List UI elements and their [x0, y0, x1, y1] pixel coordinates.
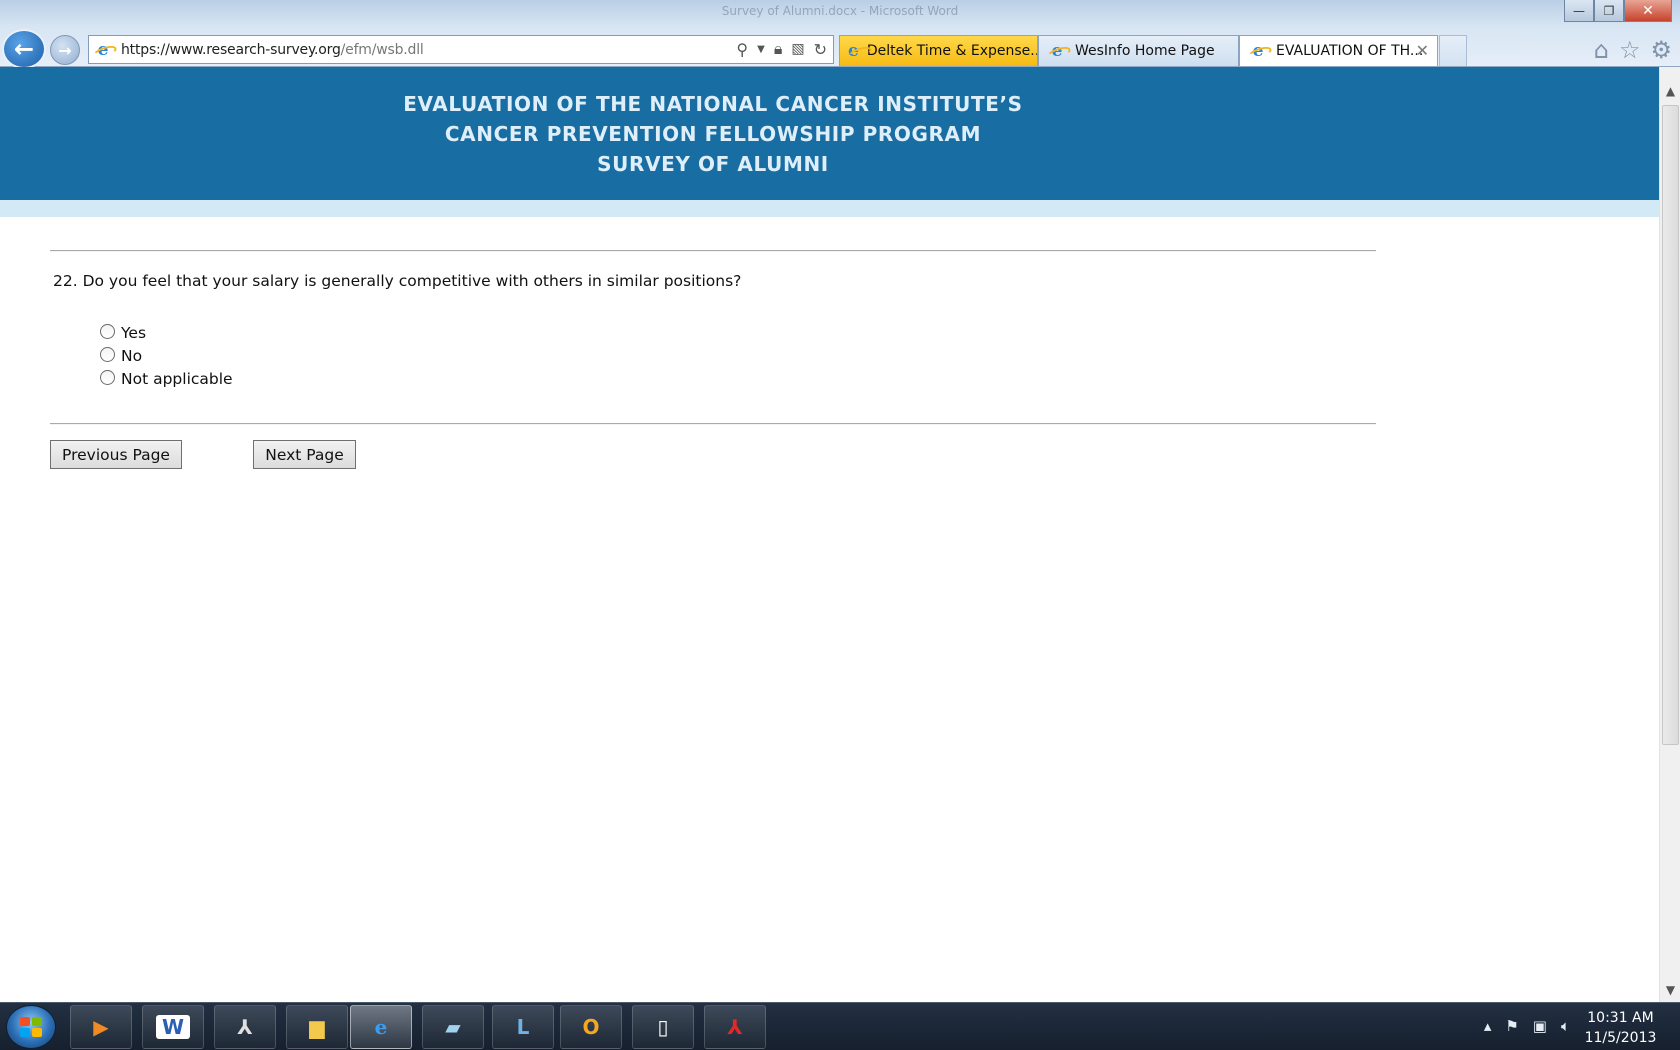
media-player-icon[interactable]: ▶	[70, 1005, 132, 1049]
question-text: 22. Do you feel that your salary is gene…	[53, 272, 742, 290]
close-tab-icon[interactable]: ✕	[1416, 41, 1429, 60]
back-arrow-icon: ←	[13, 35, 35, 63]
search-icon[interactable]: ⚲	[736, 40, 748, 59]
command-icons: ⌂ ☆ ⚙	[1594, 36, 1672, 64]
survey-banner: EVALUATION OF THE NATIONAL CANCER INSTIT…	[0, 67, 1659, 200]
forward-arrow-icon: →	[58, 40, 72, 60]
tools-icon[interactable]: ⚙	[1650, 36, 1672, 64]
url-path: /efm/wsb.dll	[340, 41, 424, 58]
tab-label: Deltek Time & Expense...	[866, 43, 1038, 59]
new-tab-button[interactable]	[1439, 35, 1467, 66]
start-button[interactable]	[6, 1005, 56, 1049]
divider-top	[50, 250, 1376, 252]
forward-button[interactable]: →	[50, 35, 80, 65]
banner-title: EVALUATION OF THE NATIONAL CANCER INSTIT…	[313, 89, 1113, 179]
tab-label: WesInfo Home Page	[1075, 43, 1215, 59]
document-icon[interactable]: ▯	[632, 1005, 694, 1049]
divider-bottom	[50, 423, 1376, 425]
window-title: Survey of Alumni.docx - Microsoft Word	[721, 4, 959, 18]
vertical-scrollbar[interactable]: ▲ ▼	[1659, 67, 1680, 1002]
banner-line-1: EVALUATION OF THE NATIONAL CANCER INSTIT…	[403, 92, 1023, 116]
system-tray: ▴ ⚑ ▣ 🔈︎	[1484, 1017, 1570, 1035]
option-label: Not applicable	[121, 369, 233, 388]
tab-evaluation[interactable]: e EVALUATION OF TH... ✕	[1239, 35, 1438, 66]
tab-label: EVALUATION OF TH...	[1276, 43, 1424, 59]
radio-button[interactable]	[100, 369, 115, 385]
pdf-icon[interactable]: ⅄	[704, 1005, 766, 1049]
lync-icon[interactable]: L	[492, 1005, 554, 1049]
banner-line-3: SURVEY OF ALUMNI	[597, 152, 829, 176]
address-bar[interactable]: e https://www.research-survey.org/efm/ws…	[88, 35, 834, 64]
show-hidden-icons-icon[interactable]: ▴	[1484, 1017, 1492, 1035]
page-content: EVALUATION OF THE NATIONAL CANCER INSTIT…	[0, 67, 1659, 1002]
clock[interactable]: 10:31 AM 11/5/2013	[1573, 1008, 1668, 1048]
volume-icon[interactable]: 🔈︎	[1561, 1017, 1570, 1035]
next-page-button[interactable]: Next Page	[253, 440, 356, 469]
favorites-icon[interactable]: ☆	[1619, 36, 1641, 64]
option-no[interactable]: No	[100, 344, 233, 367]
outlook-icon[interactable]: O	[560, 1005, 622, 1049]
taskbar: ▶ W ⅄ ▆ e ▰ L O ▯ ⅄ ▴ ⚑ ▣ 🔈︎ 10:31 AM 11…	[0, 1002, 1680, 1050]
refresh-icon[interactable]: ↻	[814, 40, 827, 59]
home-icon[interactable]: ⌂	[1594, 36, 1609, 64]
notepad-icon[interactable]: ▰	[422, 1005, 484, 1049]
option-not-applicable[interactable]: Not applicable	[100, 367, 233, 390]
banner-line-2: CANCER PREVENTION FELLOWSHIP PROGRAM	[444, 122, 982, 146]
option-yes[interactable]: Yes	[100, 321, 233, 344]
internet-explorer-icon: e	[1248, 41, 1268, 61]
lock-icon[interactable]: 🔒︎	[774, 39, 783, 59]
tab-deltek[interactable]: e Deltek Time & Expense...	[839, 35, 1038, 66]
word-icon[interactable]: W	[142, 1005, 204, 1049]
option-label: Yes	[121, 323, 147, 342]
internet-explorer-icon: e	[848, 41, 859, 61]
url-text[interactable]: https://www.research-survey.org/efm/wsb.…	[121, 42, 424, 58]
previous-page-button[interactable]: Previous Page	[50, 440, 182, 469]
internet-explorer-icon[interactable]: e	[350, 1005, 412, 1049]
window-controls: — ❐ ✕	[1564, 0, 1672, 22]
network-icon[interactable]: ▣	[1533, 1017, 1547, 1035]
back-button[interactable]: ←	[2, 29, 46, 69]
browser-chrome: Survey of Alumni.docx - Microsoft Word —…	[0, 0, 1680, 69]
address-bar-icons: ⚲ ▼ 🔒︎ ▧ ↻	[736, 39, 827, 59]
compatibility-icon[interactable]: ▧	[791, 41, 804, 57]
scroll-thumb[interactable]	[1662, 105, 1679, 745]
minimize-button[interactable]: —	[1564, 0, 1594, 22]
internet-explorer-icon: e	[93, 40, 113, 60]
dropdown-icon[interactable]: ▼	[757, 44, 765, 55]
answer-options: Yes No Not applicable	[100, 321, 233, 390]
radio-button[interactable]	[100, 346, 115, 362]
tab-wesinfo[interactable]: e WesInfo Home Page	[1038, 35, 1239, 66]
internet-explorer-icon: e	[1047, 41, 1067, 61]
scroll-down-icon[interactable]: ▼	[1660, 980, 1680, 1000]
windows-logo-icon	[20, 1017, 42, 1037]
radio-button[interactable]	[100, 323, 115, 339]
clock-time: 10:31 AM	[1587, 1010, 1654, 1026]
clock-date: 11/5/2013	[1584, 1030, 1657, 1046]
explorer-icon[interactable]: ▆	[286, 1005, 348, 1049]
acrobat-icon[interactable]: ⅄	[214, 1005, 276, 1049]
url-host: https://www.research-survey.org	[121, 41, 341, 58]
action-center-flag-icon[interactable]: ⚑	[1505, 1017, 1518, 1035]
banner-strip	[0, 200, 1659, 217]
option-label: No	[121, 346, 143, 365]
close-window-button[interactable]: ✕	[1624, 0, 1672, 22]
scroll-up-icon[interactable]: ▲	[1660, 81, 1680, 101]
restore-button[interactable]: ❐	[1594, 0, 1624, 22]
